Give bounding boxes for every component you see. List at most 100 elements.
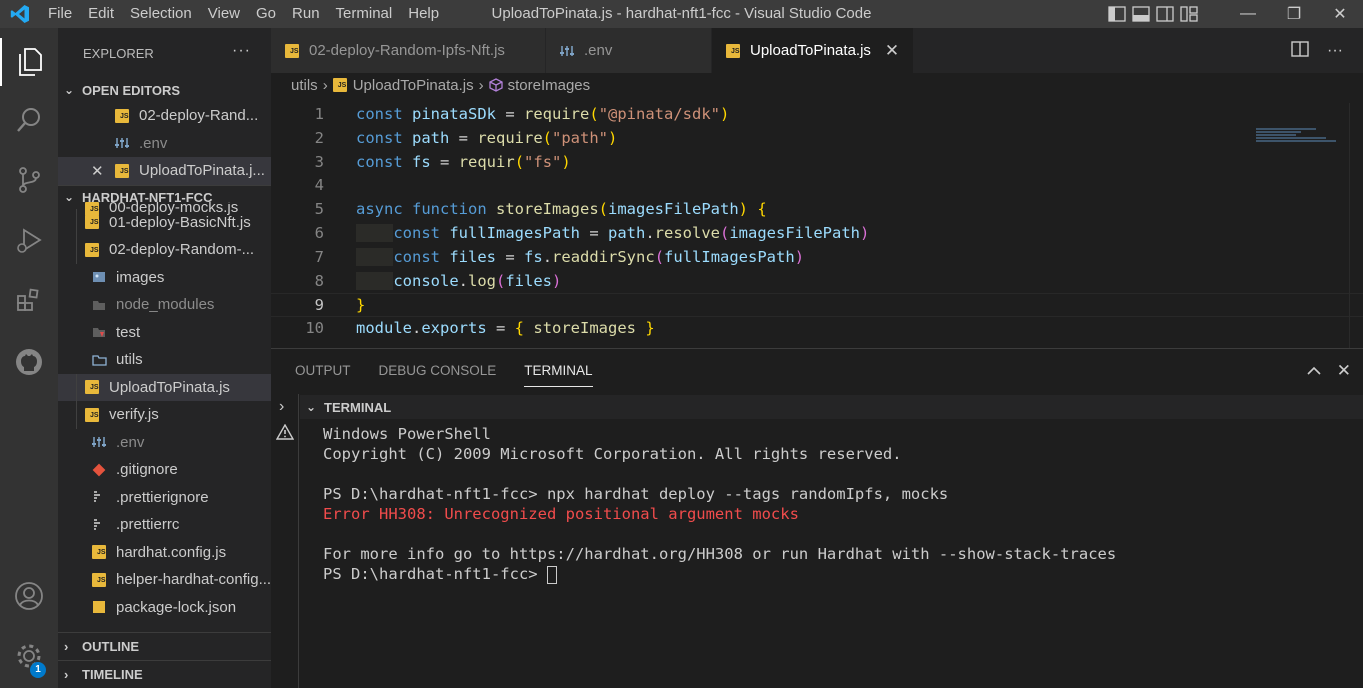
chevron-right-icon: › xyxy=(64,667,69,682)
code-line: 7 const files = fs.readdirSync(fullImage… xyxy=(314,247,805,266)
settings-gear-icon[interactable]: 1 xyxy=(0,632,58,680)
chevron-right-icon: › xyxy=(64,639,69,654)
chevron-right-icon[interactable]: › xyxy=(279,398,284,416)
maximize-panel-icon[interactable] xyxy=(1307,361,1321,381)
menu-view[interactable]: View xyxy=(200,0,248,28)
more-actions-icon[interactable]: ··· xyxy=(232,42,251,60)
menu-edit[interactable]: Edit xyxy=(80,0,122,28)
bottom-panel: OUTPUT DEBUG CONSOLE TERMINAL ✕ › ⌄ TERM… xyxy=(271,348,1363,688)
env-file-icon xyxy=(560,44,574,58)
settings-badge: 1 xyxy=(30,662,46,678)
code-line: 2 const path = require("path") xyxy=(314,128,618,147)
terminal-output[interactable]: Windows PowerShell Copyright (C) 2009 Mi… xyxy=(323,424,1353,584)
explorer-icon[interactable] xyxy=(0,38,58,86)
menu-file[interactable]: File xyxy=(40,0,80,28)
more-actions-icon[interactable]: ··· xyxy=(1327,42,1343,60)
search-icon[interactable] xyxy=(0,96,58,144)
tab-02-deploy[interactable]: JS 02-deploy-Random-Ipfs-Nft.js xyxy=(271,28,546,73)
open-editors-section[interactable]: ⌄ OPEN EDITORS xyxy=(58,78,271,102)
open-editor-item[interactable]: JS 02-deploy-Rand... xyxy=(58,102,271,130)
tree-item[interactable]: JS helper-hardhat-config... xyxy=(58,566,271,594)
accounts-icon[interactable] xyxy=(0,572,58,620)
toggle-secondary-sidebar-icon[interactable] xyxy=(1156,6,1174,22)
extensions-icon[interactable] xyxy=(0,276,58,324)
js-file-icon: JS xyxy=(85,380,99,395)
open-editor-item[interactable]: .env xyxy=(58,130,271,158)
tree-item[interactable]: node_modules xyxy=(58,291,271,319)
terminal-title: TERMINAL xyxy=(324,399,392,415)
tab-debug-console[interactable]: DEBUG CONSOLE xyxy=(365,349,511,393)
js-file-icon: JS xyxy=(85,215,99,230)
timeline-section[interactable]: › TIMELINE xyxy=(58,660,271,688)
js-file-icon: JS xyxy=(285,43,299,58)
close-window-icon[interactable]: ✕ xyxy=(1317,0,1363,28)
toggle-panel-icon[interactable] xyxy=(1132,6,1150,22)
tree-item[interactable]: utils xyxy=(58,346,271,374)
menu-go[interactable]: Go xyxy=(248,0,284,28)
tree-item[interactable]: JS verify.js xyxy=(58,401,271,429)
source-control-icon[interactable] xyxy=(0,156,58,204)
tree-item-label: package-lock.json xyxy=(116,598,237,616)
run-debug-icon[interactable] xyxy=(0,216,58,264)
chevron-right-icon xyxy=(74,270,88,284)
tree-item-label: 01-deploy-BasicNft.js xyxy=(109,213,251,231)
terminal-prompt: PS D:\hardhat-nft1-fcc> xyxy=(323,565,547,583)
tree-item[interactable]: images xyxy=(58,264,271,292)
close-tab-icon[interactable]: ✕ xyxy=(885,41,899,61)
tree-item[interactable]: JS 01-deploy-BasicNft.js xyxy=(58,208,271,236)
tab-terminal[interactable]: TERMINAL xyxy=(510,349,606,393)
tree-item[interactable]: test xyxy=(58,319,271,347)
tree-item-label: .env xyxy=(116,433,145,451)
tree-item[interactable]: JS 02-deploy-Random-... xyxy=(58,236,271,264)
minimap[interactable] xyxy=(1256,128,1351,158)
tree-item-label: helper-hardhat-config... xyxy=(116,571,271,589)
code-editor[interactable]: 1 const pinataSDk = require("@pinata/sdk"… xyxy=(271,103,1363,348)
tree-item[interactable]: .prettierignore xyxy=(58,484,271,512)
open-editor-item-active[interactable]: ✕ JS UploadToPinata.j... xyxy=(58,157,271,185)
code-line: 6 const fullImagesPath = path.resolve(im… xyxy=(314,223,870,242)
outline-section[interactable]: › OUTLINE xyxy=(58,632,271,660)
warning-icon[interactable] xyxy=(275,423,295,443)
tree-item[interactable]: JS hardhat.config.js xyxy=(58,539,271,567)
title-bar: File Edit Selection View Go Run Terminal… xyxy=(0,0,1363,28)
tab-uploadtopinata[interactable]: JS UploadToPinata.js ✕ xyxy=(712,28,915,73)
tree-item-label: node_modules xyxy=(116,296,215,314)
tree-item[interactable]: .prettierrc xyxy=(58,511,271,539)
js-file-icon: JS xyxy=(115,108,129,123)
tree-item[interactable]: .env xyxy=(58,429,271,457)
toggle-primary-sidebar-icon[interactable] xyxy=(1108,6,1126,22)
tree-item-active[interactable]: JS UploadToPinata.js xyxy=(58,373,271,401)
chevron-down-icon: ⌄ xyxy=(306,400,317,414)
code-line: 10 module.exports = { storeImages } xyxy=(305,319,655,338)
tree-item[interactable]: package-lock.json xyxy=(58,594,271,622)
chevron-right-icon: › xyxy=(478,76,484,94)
tree-item[interactable]: .gitignore xyxy=(58,456,271,484)
breadcrumb-folder[interactable]: utils xyxy=(291,77,318,94)
minimize-icon[interactable]: — xyxy=(1225,0,1271,28)
editor-scrollbar[interactable] xyxy=(1349,103,1363,348)
terminal-header[interactable]: ⌄ TERMINAL xyxy=(300,395,1363,419)
tree-item-label: images xyxy=(116,268,165,286)
tab-label: .env xyxy=(584,42,613,59)
menu-run[interactable]: Run xyxy=(284,0,328,28)
menu-terminal[interactable]: Terminal xyxy=(328,0,401,28)
tab-output[interactable]: OUTPUT xyxy=(281,349,365,393)
customize-layout-icon[interactable] xyxy=(1180,6,1198,22)
restore-icon[interactable]: ❐ xyxy=(1271,0,1317,28)
js-file-icon: JS xyxy=(85,407,99,422)
split-editor-icon[interactable] xyxy=(1291,41,1309,60)
github-icon[interactable] xyxy=(0,338,58,386)
menu-selection[interactable]: Selection xyxy=(122,0,200,28)
breadcrumb-symbol[interactable]: storeImages xyxy=(508,77,591,94)
timeline-title: TIMELINE xyxy=(82,667,143,682)
menu-help[interactable]: Help xyxy=(400,0,447,28)
tree-item-label: utils xyxy=(116,351,143,369)
env-file-icon xyxy=(92,435,106,449)
close-panel-icon[interactable]: ✕ xyxy=(1337,361,1351,381)
terminal-prompt-line: PS D:\hardhat-nft1-fcc> xyxy=(323,564,1353,584)
tab-env[interactable]: .env xyxy=(546,28,712,73)
breadcrumb-file[interactable]: UploadToPinata.js xyxy=(353,77,474,94)
panel-tabs: OUTPUT DEBUG CONSOLE TERMINAL ✕ xyxy=(271,349,1363,393)
close-editor-icon[interactable]: ✕ xyxy=(91,162,104,180)
